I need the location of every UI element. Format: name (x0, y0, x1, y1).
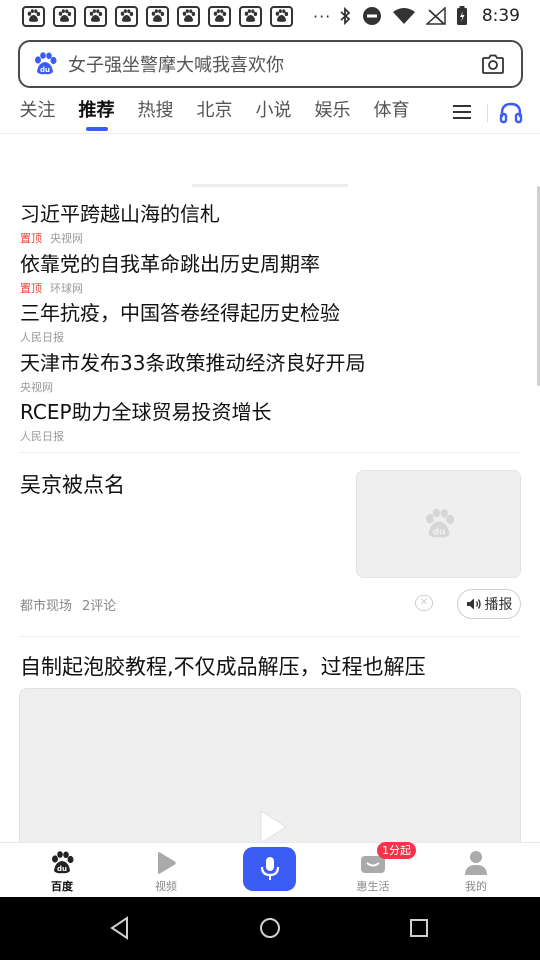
tab-4[interactable]: 小说 (244, 93, 303, 133)
headline-title[interactable]: 三年抗疫，中国答卷经得起历史检验 (20, 297, 520, 326)
headline-title[interactable]: 习近平跨越山海的信札 (20, 198, 520, 227)
baidu-notification-icon (22, 5, 45, 27)
baidu-notification-icon (270, 5, 293, 27)
tab-2[interactable]: 热搜 (126, 93, 185, 133)
nav-video[interactable]: 视频 (126, 849, 206, 894)
headphones-icon[interactable] (498, 100, 524, 126)
profile-icon (465, 851, 487, 875)
play-icon[interactable] (258, 809, 288, 845)
headline-source: 央视网 (20, 381, 53, 394)
system-icons: 8:39 (338, 6, 520, 26)
status-bar: ··· 8:39 (0, 0, 540, 32)
notification-icons (22, 5, 293, 27)
nav-profile-label: 我的 (465, 880, 487, 893)
headline-meta: 人民日报 (20, 428, 520, 444)
svg-text:du: du (57, 865, 67, 873)
headline-meta: 人民日报 (20, 329, 520, 345)
image-placeholder-icon: du (425, 508, 454, 537)
play-audio-button[interactable]: 播报 (457, 589, 521, 619)
news-meta: 都市现场 2评论 (20, 595, 116, 614)
video-play-icon (158, 852, 176, 874)
tab-0[interactable]: 关注 (8, 93, 67, 133)
battery-icon (456, 6, 467, 25)
speaker-icon (466, 598, 481, 610)
tab-divider (487, 104, 488, 122)
voice-search-button[interactable] (243, 847, 296, 891)
recents-icon[interactable] (406, 915, 432, 941)
news-thumbnail[interactable]: du (356, 470, 521, 578)
headline-item[interactable]: RCEP助力全球贸易投资增长人民日报 (20, 396, 520, 444)
promo-badge: 1分起 (377, 842, 416, 859)
tab-list: 关注 推荐 热搜 北京 小说 娱乐 体育 (8, 93, 421, 133)
channel-tabs: 关注 推荐 热搜 北京 小说 娱乐 体育 (0, 92, 540, 134)
tab-6[interactable]: 体育 (362, 93, 421, 133)
nav-video-label: 视频 (155, 880, 177, 893)
baidu-paw-icon: du (35, 52, 57, 75)
play-audio-label: 播报 (484, 597, 513, 613)
headline-source: 环球网 (50, 282, 83, 295)
pinned-tag: 置顶 (20, 232, 42, 245)
headline-title[interactable]: 依靠党的自我革命跳出历史周期率 (20, 248, 520, 277)
baidu-notification-icon (208, 5, 231, 27)
nav-profile[interactable]: 我的 (436, 849, 516, 894)
dislike-button[interactable]: ✕ (415, 595, 433, 611)
camera-icon (482, 54, 504, 74)
baidu-paw-icon: du (52, 851, 74, 874)
pull-handle (192, 184, 348, 187)
video-thumbnail[interactable] (19, 688, 521, 848)
headline-title[interactable]: 天津市发布33条政策推动经济良好开局 (20, 347, 520, 376)
headline-item[interactable]: 依靠党的自我革命跳出历史周期率置顶 环球网 (20, 248, 520, 296)
channel-menu-icon[interactable] (450, 100, 474, 124)
headline-item[interactable]: 三年抗疫，中国答卷经得起历史检验人民日报 (20, 297, 520, 345)
clock: 8:39 (481, 6, 520, 26)
search-input[interactable]: 女子强坐警摩大喊我喜欢你 (68, 51, 479, 77)
bluetooth-icon (340, 7, 351, 25)
do-not-disturb-icon (362, 7, 381, 25)
wifi-icon (392, 8, 415, 24)
divider (20, 636, 520, 637)
nav-home-label: 百度 (51, 880, 73, 893)
tab-5[interactable]: 娱乐 (303, 93, 362, 133)
bottom-navigation: du 百度 视频 惠生活 1分起 我的 (0, 842, 540, 897)
headline-meta: 置顶 环球网 (20, 280, 520, 296)
baidu-notification-icon (84, 5, 107, 27)
news-title[interactable]: 吴京被点名 (20, 469, 125, 499)
microphone-icon (260, 857, 279, 880)
baidu-notification-icon (146, 5, 169, 27)
headline-meta: 央视网 (20, 379, 520, 395)
back-icon[interactable] (107, 915, 133, 941)
baidu-notification-icon (115, 5, 138, 27)
headline-title[interactable]: RCEP助力全球贸易投资增长 (20, 396, 520, 425)
baidu-notification-icon (239, 5, 262, 27)
headline-source: 人民日报 (20, 430, 64, 443)
baidu-notification-icon (53, 5, 76, 27)
news-source: 都市现场 (20, 599, 73, 614)
nav-home[interactable]: du 百度 (22, 849, 102, 894)
no-signal-icon (425, 7, 446, 25)
tab-3[interactable]: 北京 (185, 93, 244, 133)
headline-source: 央视网 (50, 232, 83, 245)
news-comments[interactable]: 2评论 (82, 595, 116, 614)
more-notifications-icon: ··· (313, 6, 332, 26)
system-navigation-bar (0, 897, 540, 960)
video-title[interactable]: 自制起泡胶教程,不仅成品解压，过程也解压 (20, 651, 426, 681)
divider (20, 452, 520, 453)
home-icon[interactable] (257, 915, 283, 941)
pinned-tag: 置顶 (20, 282, 42, 295)
headline-item[interactable]: 习近平跨越山海的信札置顶 央视网 (20, 198, 520, 246)
svg-text:du: du (432, 527, 445, 537)
tab-1[interactable]: 推荐 (67, 93, 126, 133)
nav-life-label: 惠生活 (356, 880, 390, 893)
search-box[interactable]: du 女子强坐警摩大喊我喜欢你 (18, 40, 523, 88)
headline-meta: 置顶 央视网 (20, 230, 520, 246)
baidu-notification-icon (177, 5, 200, 27)
headline-item[interactable]: 天津市发布33条政策推动经济良好开局央视网 (20, 347, 520, 395)
close-icon: ✕ (419, 597, 429, 608)
camera-search-button[interactable] (479, 50, 507, 78)
headline-source: 人民日报 (20, 331, 64, 344)
svg-text:du: du (40, 66, 50, 74)
